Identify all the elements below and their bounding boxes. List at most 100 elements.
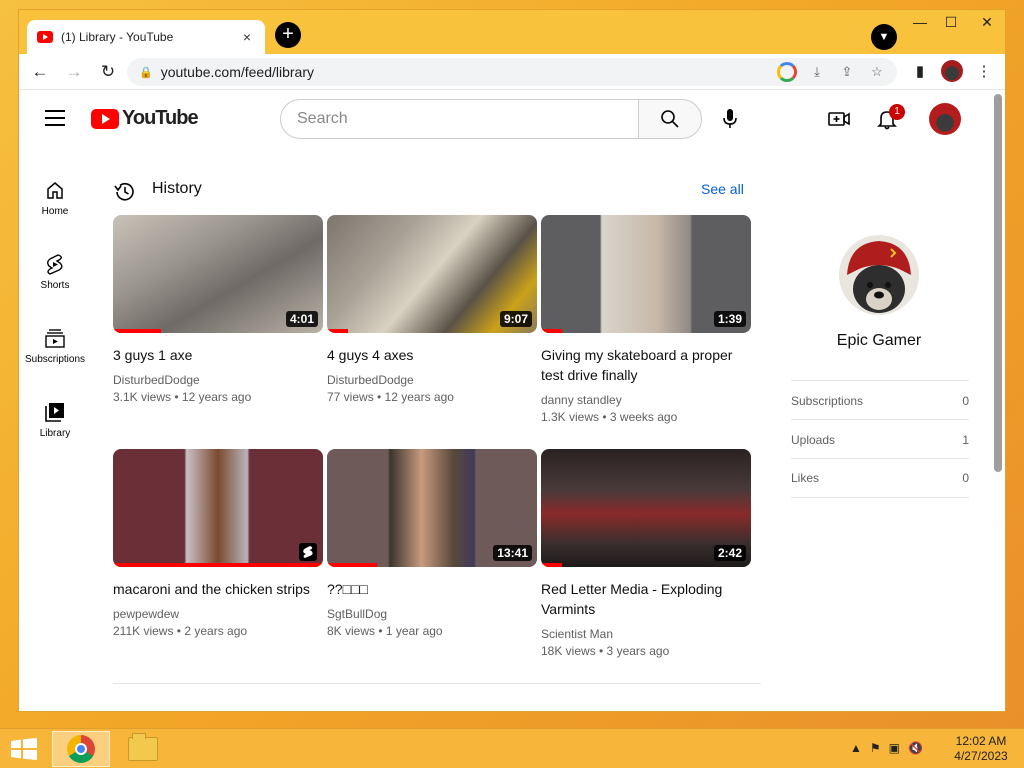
duration-badge: 13:41 bbox=[493, 545, 532, 561]
video-title[interactable]: Red Letter Media - Exploding Varmints bbox=[541, 579, 751, 619]
video-title[interactable]: 3 guys 1 axe bbox=[113, 345, 323, 365]
stat-value: 1 bbox=[962, 432, 969, 447]
browser-toolbar: ← → ↻ 🔒 youtube.com/feed/library ⤓ ⇪ ☆ ▮… bbox=[19, 54, 1005, 90]
video-card[interactable]: macaroni and the chicken strips pewpewde… bbox=[113, 449, 323, 638]
profile-avatar-icon[interactable] bbox=[941, 60, 963, 82]
stat-row-likes: Likes 0 bbox=[791, 458, 969, 498]
video-title[interactable]: macaroni and the chicken strips bbox=[113, 579, 323, 599]
watch-progress-bar bbox=[541, 329, 562, 333]
channel-name[interactable]: SgtBullDog bbox=[327, 607, 537, 621]
hamburger-menu-icon[interactable] bbox=[45, 110, 65, 126]
reload-icon[interactable]: ↻ bbox=[95, 59, 121, 85]
watch-progress-bar bbox=[113, 329, 162, 333]
create-video-button[interactable] bbox=[827, 107, 851, 131]
new-tab-button[interactable]: + bbox=[275, 22, 301, 48]
volume-muted-icon[interactable]: 🔇 bbox=[908, 741, 923, 755]
video-meta: 3.1K views • 12 years ago bbox=[113, 390, 252, 404]
guide-label-shorts: Shorts bbox=[40, 280, 70, 291]
address-bar[interactable]: 🔒 youtube.com/feed/library ⤓ ⇪ ☆ bbox=[127, 58, 897, 86]
share-icon[interactable]: ⇪ bbox=[837, 62, 857, 82]
search-input[interactable]: Search bbox=[280, 99, 640, 139]
back-icon[interactable]: ← bbox=[27, 59, 53, 85]
minimize-button[interactable]: — bbox=[905, 12, 935, 32]
youtube-wordmark: YouTube bbox=[122, 107, 199, 129]
menu-kebab-icon[interactable]: ⋮ bbox=[973, 60, 995, 82]
stat-label: Subscriptions bbox=[791, 393, 864, 408]
guide-item-shorts[interactable]: Shorts bbox=[19, 252, 91, 291]
tab-search-icon[interactable]: ▼ bbox=[871, 24, 897, 50]
lock-icon: 🔒 bbox=[139, 66, 153, 79]
video-thumbnail[interactable]: 9:07 bbox=[327, 215, 537, 333]
network-icon[interactable]: ▣ bbox=[889, 741, 900, 755]
video-card[interactable]: 2:42 Red Letter Media - Exploding Varmin… bbox=[541, 449, 751, 658]
video-title[interactable]: ??□□□ bbox=[327, 579, 537, 599]
section-divider bbox=[113, 683, 761, 684]
page-scrollbar[interactable] bbox=[994, 94, 1002, 472]
history-icon bbox=[113, 180, 137, 204]
channel-avatar[interactable] bbox=[839, 235, 919, 315]
video-thumbnail[interactable]: 13:41 bbox=[327, 449, 537, 567]
shorts-icon bbox=[43, 252, 67, 276]
video-card[interactable]: 9:07 4 guys 4 axes DisturbedDodge 77 vie… bbox=[327, 215, 537, 404]
tab-close-button[interactable]: × bbox=[239, 29, 255, 45]
duration-badge: 9:07 bbox=[499, 311, 532, 327]
title-bar: (1) Library - YouTube × + ▼ — ☐ ✕ bbox=[19, 10, 1005, 54]
video-title[interactable]: 4 guys 4 axes bbox=[327, 345, 537, 365]
search-icon bbox=[661, 110, 679, 128]
system-clock[interactable]: 12:02 AM 4/27/2023 bbox=[946, 734, 1016, 764]
video-meta: 8K views • 1 year ago bbox=[327, 624, 443, 638]
youtube-favicon-icon bbox=[37, 31, 53, 43]
google-lens-icon[interactable] bbox=[777, 62, 797, 82]
channel-name[interactable]: DisturbedDodge bbox=[327, 373, 537, 387]
install-app-icon[interactable]: ⤓ bbox=[807, 62, 827, 82]
tab-title: (1) Library - YouTube bbox=[61, 30, 174, 44]
start-button[interactable] bbox=[10, 738, 38, 760]
video-card[interactable]: 4:01 3 guys 1 axe DisturbedDodge 3.1K vi… bbox=[113, 215, 323, 404]
watch-progress-bar bbox=[327, 563, 378, 567]
shorts-badge-icon bbox=[299, 543, 317, 561]
guide-label-subscriptions: Subscriptions bbox=[24, 354, 86, 365]
action-center-flag-icon[interactable]: ⚑ bbox=[870, 741, 881, 755]
voice-search-button[interactable] bbox=[719, 108, 741, 130]
video-thumbnail[interactable]: 2:42 bbox=[541, 449, 751, 567]
side-panel-icon[interactable]: ▮ bbox=[909, 60, 931, 82]
folder-icon bbox=[128, 733, 158, 761]
guide-item-subscriptions[interactable]: Subscriptions bbox=[19, 326, 91, 365]
guide-item-library[interactable]: Library bbox=[19, 400, 91, 439]
windows-logo-icon bbox=[11, 738, 37, 760]
close-window-button[interactable]: ✕ bbox=[967, 12, 1007, 32]
video-meta: 18K views • 3 years ago bbox=[541, 644, 670, 658]
show-hidden-icons-icon[interactable]: ▲ bbox=[850, 741, 862, 755]
stat-label: Likes bbox=[791, 471, 820, 485]
video-title[interactable]: Giving my skateboard a proper test drive… bbox=[541, 345, 751, 385]
channel-name[interactable]: pewpewdew bbox=[113, 607, 323, 621]
see-all-link[interactable]: See all bbox=[701, 181, 744, 197]
stat-row-uploads: Uploads 1 bbox=[791, 419, 969, 459]
browser-tab[interactable]: (1) Library - YouTube × bbox=[27, 20, 265, 54]
video-meta: 211K views • 2 years ago bbox=[113, 624, 248, 638]
taskbar-chrome[interactable] bbox=[52, 731, 110, 767]
watch-progress-bar bbox=[541, 563, 562, 567]
bookmark-star-icon[interactable]: ☆ bbox=[867, 62, 887, 82]
stat-value: 0 bbox=[962, 393, 969, 408]
search-button[interactable] bbox=[638, 99, 702, 139]
guide-label-library: Library bbox=[39, 428, 71, 439]
taskbar-file-explorer[interactable] bbox=[114, 731, 172, 767]
youtube-logo[interactable]: YouTube bbox=[91, 107, 199, 130]
forward-icon[interactable]: → bbox=[61, 59, 87, 85]
video-card[interactable]: 13:41 ??□□□ SgtBullDog 8K views • 1 year… bbox=[327, 449, 537, 638]
maximize-button[interactable]: ☐ bbox=[936, 12, 966, 32]
video-thumbnail[interactable]: 4:01 bbox=[113, 215, 323, 333]
guide-item-home[interactable]: Home bbox=[19, 178, 91, 217]
channel-name[interactable]: danny standley bbox=[541, 393, 751, 407]
taskbar: ▲ ⚑ ▣ 🔇 12:02 AM 4/27/2023 bbox=[0, 728, 1024, 768]
video-thumbnail[interactable] bbox=[113, 449, 323, 567]
video-card[interactable]: 1:39 Giving my skateboard a proper test … bbox=[541, 215, 751, 424]
video-thumbnail[interactable]: 1:39 bbox=[541, 215, 751, 333]
channel-name[interactable]: Scientist Man bbox=[541, 627, 751, 641]
channel-name[interactable]: DisturbedDodge bbox=[113, 373, 323, 387]
browser-window: (1) Library - YouTube × + ▼ — ☐ ✕ ← → ↻ … bbox=[18, 9, 1006, 712]
channel-name-heading: Epic Gamer bbox=[836, 332, 922, 349]
account-avatar[interactable] bbox=[929, 103, 961, 135]
stat-label: Uploads bbox=[791, 432, 836, 447]
